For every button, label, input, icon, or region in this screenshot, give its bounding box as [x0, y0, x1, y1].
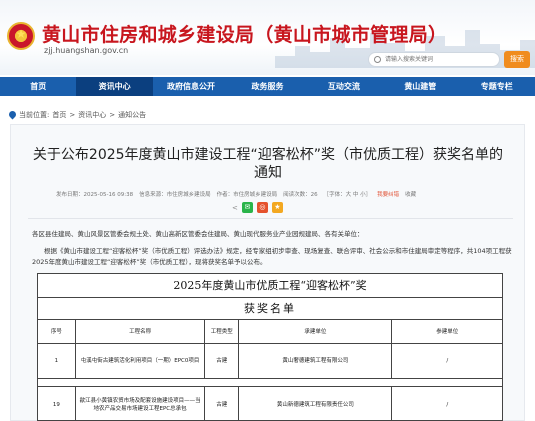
report-error-link[interactable]: 我要纠错 [377, 190, 399, 198]
site-title[interactable]: 黄山市住房和城乡建设局（黄山市城市管理局） [42, 20, 447, 47]
nav-item-home[interactable]: 首页 [0, 77, 76, 96]
column-header: 承建单位 [239, 320, 393, 343]
qzone-share-icon[interactable]: ★ [271, 202, 283, 213]
article-paragraph-2: 根据《黄山市建设工程“迎客松杯”奖（市优质工程）评选办法》规定，经专家组初步审查… [32, 247, 512, 266]
weibo-share-icon[interactable]: ◎ [256, 202, 268, 213]
article-title: 关于公布2025年度黄山市建设工程“迎客松杯”奖（市优质工程）获奖名单的通知 [32, 147, 504, 181]
meta-published: 发布日期：2025-05-16 09:38 [56, 192, 134, 198]
search-icon [374, 56, 381, 63]
site-header: 黄山市住房和城乡建设局（黄山市城市管理局） zjj.huangshan.gov.… [0, 0, 535, 75]
breadcrumb-home[interactable]: 首页 [52, 110, 66, 120]
meta-source: 信息来源：市住房城乡建设局 [139, 192, 211, 198]
article-paragraph-1: 各区县住建局、黄山风景区管委会规土处、黄山高新区管委会住建局、黄山现代服务业产业… [32, 230, 364, 238]
row-gap [38, 379, 502, 387]
meta-font-size[interactable]: ［字体：大 中 小］ [324, 190, 372, 198]
cell-name: 屯溪屯街古建筑活化利用项目（一期）EPC0项目 [76, 344, 206, 378]
share-row: < ✉ ◎ ★ [232, 202, 283, 213]
location-pin-icon [9, 111, 16, 120]
nav-item-topics[interactable]: 专题专栏 [459, 77, 535, 96]
column-header: 序号 [38, 320, 76, 343]
award-list-document: 2025年度黄山市优质工程“迎客松杯”奖 获奖名单 序号 工程名称 工程类型 承… [37, 273, 503, 421]
cell-type: 古建 [205, 387, 240, 420]
cell-type: 古建 [205, 344, 240, 378]
meta-views: 阅读次数：26 [283, 192, 318, 198]
cell-no: 1 [38, 344, 76, 378]
search-button[interactable]: 搜索 [504, 51, 530, 68]
column-header: 工程类型 [205, 320, 240, 343]
document-heading: 2025年度黄山市优质工程“迎客松杯”奖 [38, 274, 502, 298]
search-box[interactable] [368, 52, 500, 67]
cell-name: 歙江县小黄镇农贸市场及配套设施建设项目——当地农产品交易市场建设工程EPC总承包 [76, 387, 206, 420]
nav-item-services[interactable]: 政务服务 [229, 77, 305, 96]
breadcrumb-news[interactable]: 资讯中心 [78, 110, 106, 120]
breadcrumb-notices[interactable]: 通知公告 [118, 110, 146, 120]
table-row: 19 歙江县小黄镇农贸市场及配套设施建设项目——当地农产品交易市场建设工程EPC… [38, 387, 502, 420]
breadcrumb-separator: > [69, 111, 76, 119]
meta-author: 作者：市住房城乡建设局 [216, 192, 278, 198]
cell-no: 19 [38, 387, 76, 420]
main-nav: 首页 资讯中心 政府信息公开 政务服务 互动交流 黄山建管 专题专栏 [0, 77, 535, 96]
favorite-link[interactable]: 收藏 [405, 190, 416, 198]
wechat-share-icon[interactable]: ✉ [241, 202, 253, 213]
divider [28, 218, 513, 219]
site-url: zjj.huangshan.gov.cn [44, 46, 129, 55]
cell-builder: 黄山新德建筑工程有限责任公司 [239, 387, 393, 420]
table-row: 1 屯溪屯街古建筑活化利用项目（一期）EPC0项目 古建 黄山奢德建筑工程有限公… [38, 344, 502, 379]
nav-item-interaction[interactable]: 互动交流 [306, 77, 382, 96]
document-subheading: 获奖名单 [38, 298, 502, 320]
table-header-row: 序号 工程名称 工程类型 承建单位 参建单位 [38, 320, 502, 344]
share-label: < [232, 203, 238, 212]
nav-item-construction[interactable]: 黄山建管 [382, 77, 458, 96]
government-emblem-icon[interactable] [7, 22, 35, 50]
search-input[interactable] [385, 54, 495, 65]
cell-partner: / [446, 401, 449, 408]
breadcrumb: 当前位置: 首页 > 资讯中心 > 通知公告 [9, 110, 146, 120]
breadcrumb-prefix: 当前位置: [19, 111, 50, 119]
breadcrumb-separator: > [109, 111, 116, 119]
nav-item-info-disclosure[interactable]: 政府信息公开 [153, 77, 229, 96]
article-meta: 发布日期：2025-05-16 09:38 信息来源：市住房城乡建设局 作者：市… [56, 190, 416, 198]
nav-item-news[interactable]: 资讯中心 [76, 77, 153, 96]
cell-builder: 黄山奢德建筑工程有限公司 [239, 344, 393, 378]
cell-partner: / [446, 358, 449, 364]
column-header: 工程名称 [76, 320, 206, 343]
column-header: 参建单位 [436, 328, 459, 335]
